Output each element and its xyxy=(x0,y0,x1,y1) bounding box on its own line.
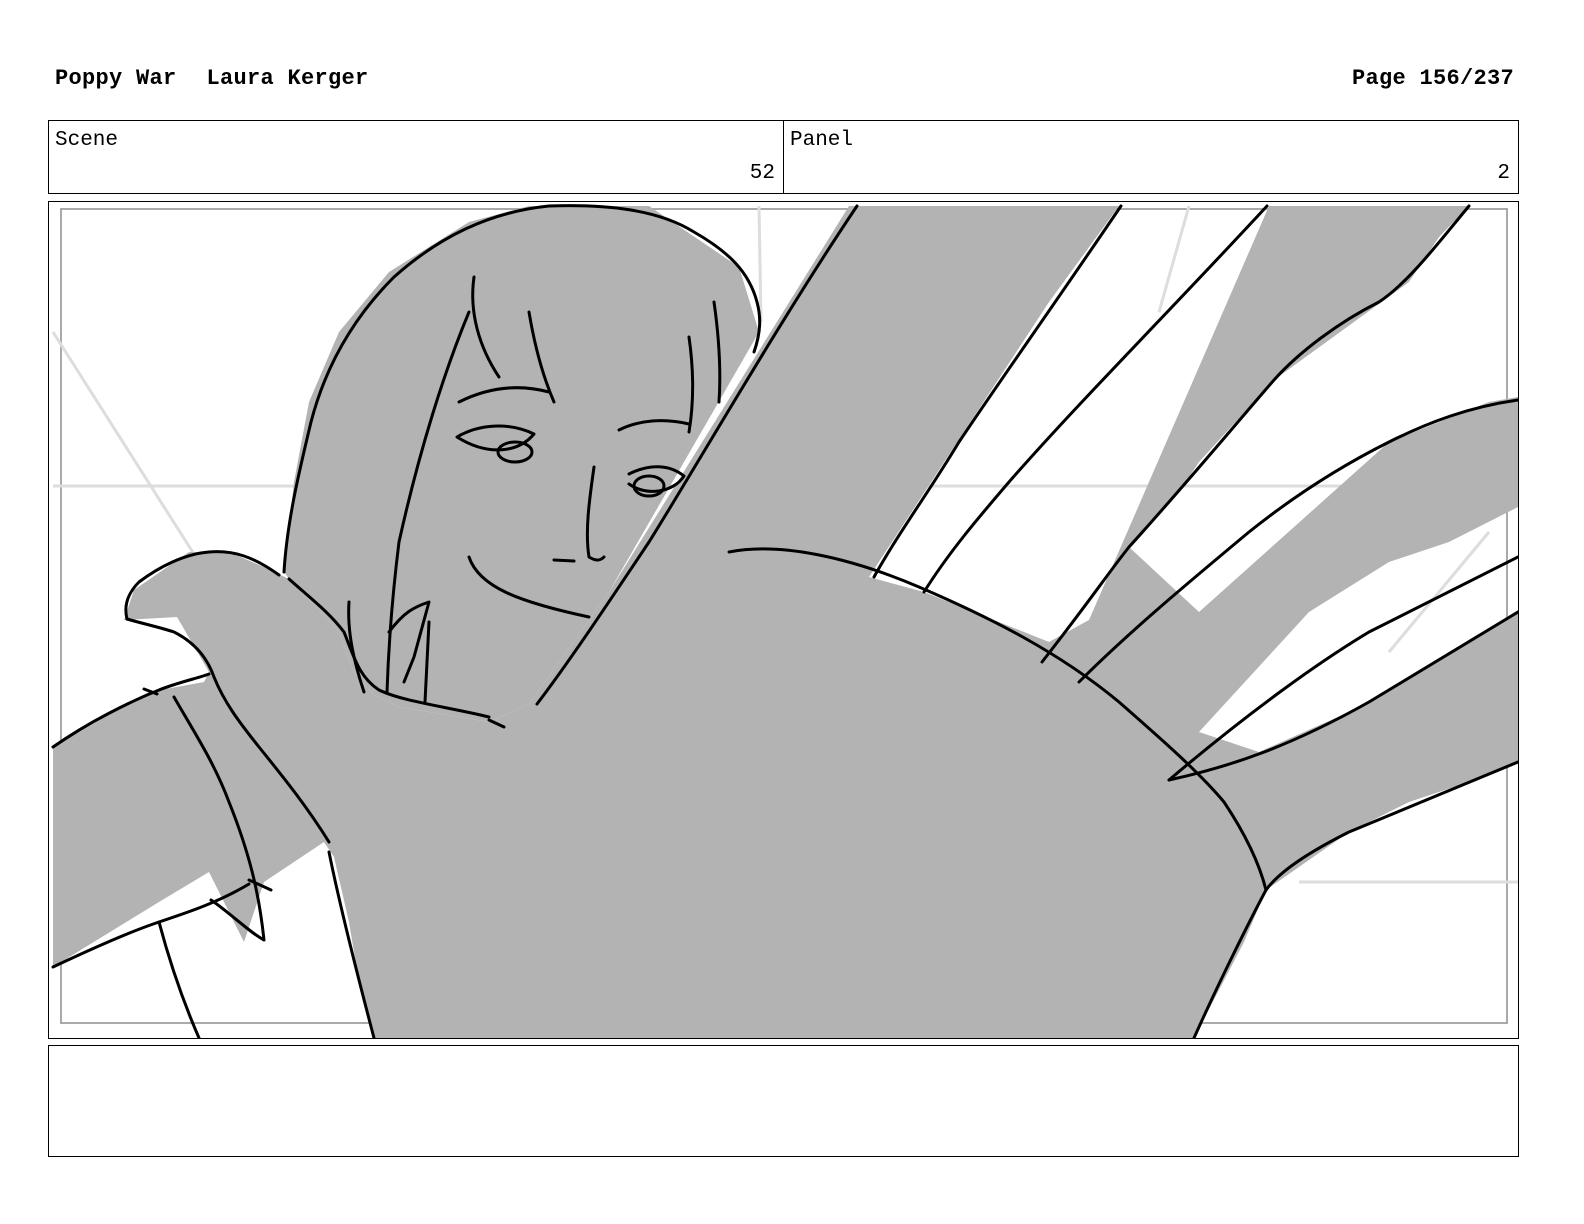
page-header-title: Poppy War Laura Kerger xyxy=(55,66,369,91)
panel-label: Panel xyxy=(790,129,854,152)
scene-number: 52 xyxy=(749,162,775,185)
panel-number: 2 xyxy=(1497,162,1510,185)
storyboard-frame xyxy=(48,201,1519,1039)
page-number: Page 156/237 xyxy=(1351,66,1514,91)
scene-cell: Scene 52 xyxy=(49,121,783,193)
panel-cell: Panel 2 xyxy=(783,121,1518,193)
project-title: Poppy War xyxy=(55,66,177,91)
storyboard-drawing xyxy=(51,204,1518,1038)
hand-silhouette xyxy=(53,206,1518,1038)
artist-name: Laura Kerger xyxy=(206,66,369,91)
scene-panel-info: Scene 52 Panel 2 xyxy=(48,120,1519,194)
notes-box xyxy=(48,1045,1519,1157)
scene-label: Scene xyxy=(55,129,119,152)
